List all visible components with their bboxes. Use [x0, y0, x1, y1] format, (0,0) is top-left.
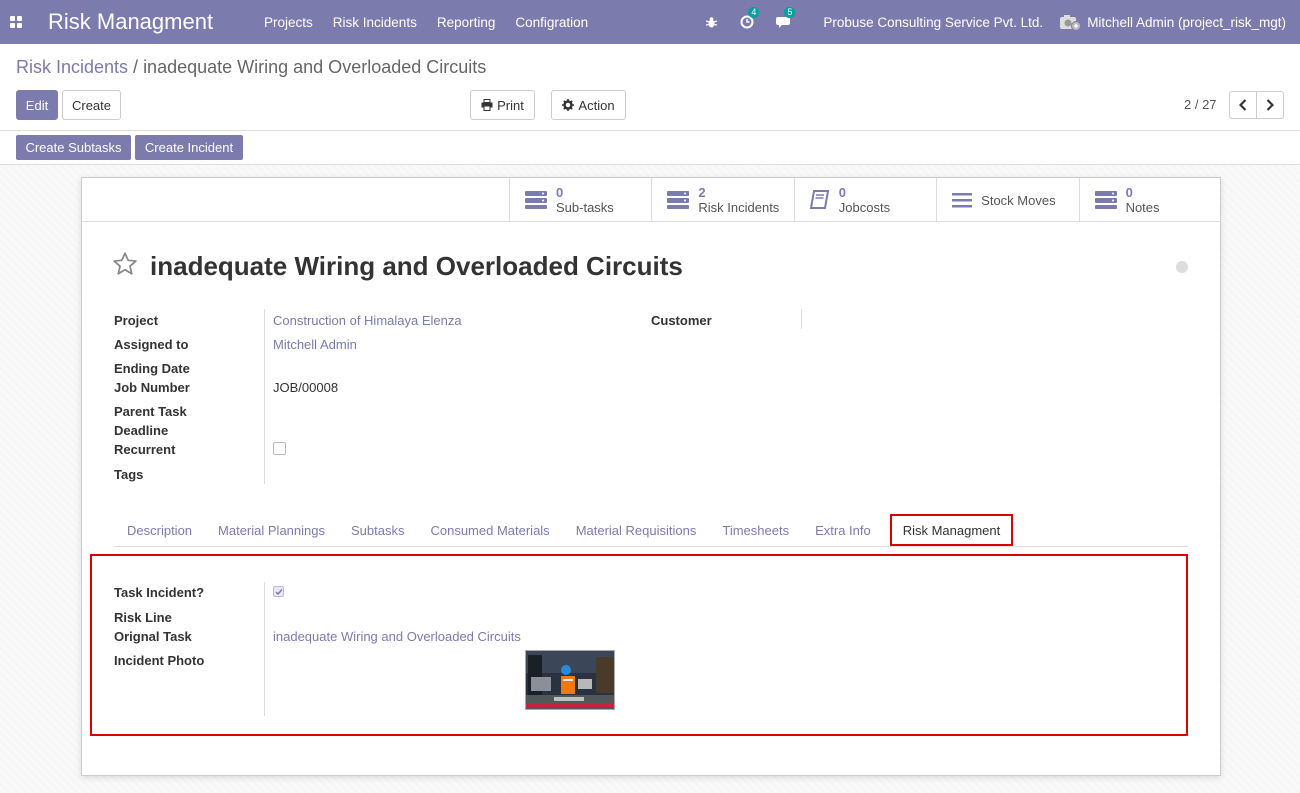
task-incident-label: Task Incident?: [114, 585, 205, 600]
orignal-task-label: Orignal Task: [114, 629, 192, 644]
tab-material-plannings[interactable]: Material Plannings: [205, 514, 338, 547]
breadcrumb-separator: /: [128, 57, 144, 77]
favorite-star-icon[interactable]: [112, 251, 138, 280]
print-label: Print: [497, 97, 524, 113]
subtasks-label: Sub-tasks: [556, 200, 614, 215]
messages-icon[interactable]: 5: [776, 7, 796, 29]
menu-configration[interactable]: Configration: [505, 15, 598, 30]
field-separator: [801, 309, 802, 329]
create-button[interactable]: Create: [62, 90, 121, 120]
assigned-to-value[interactable]: Mitchell Admin: [273, 337, 357, 352]
field-separator: [264, 309, 265, 484]
tab-consumed-materials[interactable]: Consumed Materials: [417, 514, 562, 547]
chevron-right-icon: [1266, 99, 1274, 111]
menu-risk-incidents[interactable]: Risk Incidents: [323, 15, 427, 30]
avatar-icon: [1060, 15, 1082, 31]
tab-extra-info[interactable]: Extra Info: [802, 514, 884, 547]
incident-photo-label: Incident Photo: [114, 653, 205, 668]
pager-value[interactable]: 2 / 27: [1184, 97, 1217, 112]
notes-count: 0: [1125, 185, 1133, 200]
company-switcher[interactable]: Probuse Consulting Service Pvt. Ltd.: [823, 15, 1043, 30]
smart-button-box: 0 Sub-tasks 2 Risk Incidents 0 Jobcosts Sto…: [509, 178, 1221, 222]
record-title: inadequate Wiring and Overloaded Circuit…: [150, 251, 683, 281]
orignal-task-value[interactable]: inadequate Wiring and Overloaded Circuit…: [273, 629, 521, 644]
breadcrumb: Risk Incidents / inadequate Wiring and O…: [16, 57, 486, 78]
tab-material-requisitions[interactable]: Material Requisitions: [563, 514, 710, 547]
messages-count-badge: 5: [784, 7, 796, 18]
recurrent-checkbox[interactable]: [273, 442, 286, 455]
risk-incidents-label: Risk Incidents: [698, 200, 780, 215]
gear-icon: [562, 99, 575, 111]
project-label: Project: [114, 313, 159, 328]
activity-icon[interactable]: 4: [740, 7, 760, 29]
tab-timesheets[interactable]: Timesheets: [709, 514, 802, 547]
printer-icon: [481, 99, 493, 111]
menu-projects[interactable]: Projects: [254, 15, 323, 30]
notes-smart-button[interactable]: 0 Notes: [1078, 178, 1221, 222]
create-subtasks-button[interactable]: Create Subtasks: [16, 135, 131, 160]
form-sheet: 0 Sub-tasks 2 Risk Incidents 0 Jobcosts Sto…: [81, 177, 1221, 776]
pager-next-button[interactable]: [1256, 91, 1284, 119]
tasks-icon: [667, 191, 690, 209]
notes-label: Notes: [1125, 200, 1160, 215]
print-button[interactable]: Print: [470, 90, 535, 120]
apps-menu-icon[interactable]: [0, 0, 32, 44]
app-title[interactable]: Risk Managment: [48, 9, 254, 35]
ending-date-label: Ending Date: [114, 361, 190, 376]
edit-button[interactable]: Edit: [16, 90, 58, 120]
tasks-icon: [525, 191, 547, 209]
main-menu: Projects Risk Incidents Reporting Config…: [254, 15, 598, 30]
checkmark-icon: [274, 588, 283, 595]
breadcrumb-parent[interactable]: Risk Incidents: [16, 57, 128, 77]
create-incident-button[interactable]: Create Incident: [135, 135, 243, 160]
divider: [0, 130, 1300, 131]
job-number-value: JOB/00008: [273, 380, 339, 395]
tab-risk-managment[interactable]: Risk Managment: [889, 514, 1014, 546]
project-value[interactable]: Construction of Himalaya Elenza: [273, 313, 462, 328]
kanban-state-icon[interactable]: [1176, 261, 1188, 273]
field-separator: [264, 582, 265, 716]
tags-label: Tags: [114, 467, 144, 482]
recurrent-label: Recurrent: [114, 442, 176, 457]
risk-tab-highlight: [90, 554, 1188, 736]
notebook-tabs: Description Material Plannings Subtasks …: [114, 514, 1188, 547]
book-icon: [809, 190, 829, 209]
deadline-label: Deadline: [114, 423, 169, 438]
jobcosts-label: Jobcosts: [838, 200, 891, 215]
job-number-label: Job Number: [114, 380, 190, 395]
debug-icon[interactable]: [705, 16, 718, 29]
risk-line-label: Risk Line: [114, 610, 172, 625]
assigned-to-label: Assigned to: [114, 337, 189, 352]
chevron-left-icon: [1239, 99, 1247, 111]
parent-task-label: Parent Task: [114, 404, 187, 419]
customer-label: Customer: [651, 313, 712, 328]
menu-reporting[interactable]: Reporting: [427, 15, 506, 30]
jobcosts-smart-button[interactable]: 0 Jobcosts: [793, 178, 936, 222]
jobcosts-count: 0: [838, 185, 847, 200]
stock-moves-smart-button[interactable]: Stock Moves: [936, 178, 1078, 222]
activity-count-badge: 4: [748, 7, 760, 18]
pager-previous-button[interactable]: [1229, 91, 1257, 119]
risk-incidents-count: 2: [698, 185, 706, 200]
list-icon: [952, 193, 973, 208]
subtasks-smart-button[interactable]: 0 Sub-tasks: [509, 178, 651, 222]
task-incident-checkbox[interactable]: [273, 586, 284, 597]
action-label: Action: [578, 97, 615, 113]
tasks-icon: [1094, 191, 1117, 209]
incident-photo[interactable]: [525, 650, 615, 710]
subtasks-count: 0: [556, 185, 564, 200]
breadcrumb-current: inadequate Wiring and Overloaded Circuit…: [143, 57, 487, 77]
user-name: Mitchell Admin (project_risk_mgt): [1087, 14, 1286, 30]
user-menu[interactable]: Mitchell Admin (project_risk_mgt): [1059, 13, 1286, 31]
risk-incidents-smart-button[interactable]: 2 Risk Incidents: [651, 178, 793, 222]
action-button[interactable]: Action: [551, 90, 626, 120]
tab-subtasks[interactable]: Subtasks: [338, 514, 417, 547]
tab-description[interactable]: Description: [114, 514, 205, 547]
stock-moves-label: Stock Moves: [981, 192, 1056, 208]
top-navbar: Risk Managment Projects Risk Incidents R…: [0, 0, 1300, 44]
